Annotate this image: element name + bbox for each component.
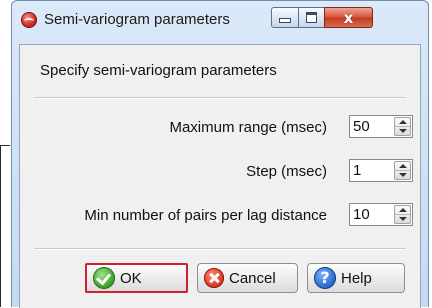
- min-pairs-decrement-button[interactable]: [395, 215, 410, 224]
- dialog-window: Semi-variogram parameters x Specify semi…: [11, 0, 429, 308]
- step-label: Step (msec): [246, 163, 327, 180]
- arrow-down-icon: [398, 216, 407, 221]
- help-button-label: Help: [341, 269, 372, 287]
- max-range-spin-buttons: [394, 117, 411, 136]
- minimize-icon: [279, 18, 291, 23]
- min-pairs-input[interactable]: [350, 204, 394, 225]
- app-icon[interactable]: [21, 12, 37, 28]
- close-button[interactable]: x: [324, 7, 373, 28]
- help-question-icon: ?: [314, 267, 336, 289]
- background-window-edge: [0, 145, 10, 307]
- minimize-button[interactable]: [271, 7, 299, 28]
- help-button[interactable]: ? Help: [307, 263, 405, 293]
- step-spinner: [349, 159, 413, 182]
- step-decrement-button[interactable]: [395, 171, 410, 180]
- separator-bottom: [34, 248, 406, 250]
- cancel-x-icon: [204, 268, 224, 288]
- step-input[interactable]: [350, 160, 394, 181]
- dialog-content: Specify semi-variogram parameters Maximu…: [19, 44, 421, 308]
- ok-button-label: OK: [120, 269, 142, 287]
- step-spin-buttons: [394, 161, 411, 180]
- min-pairs-spin-buttons: [394, 205, 411, 224]
- close-icon: x: [343, 8, 354, 27]
- min-pairs-label: Min number of pairs per lag distance: [84, 207, 327, 224]
- ok-button[interactable]: OK: [85, 263, 188, 293]
- max-range-label: Maximum range (msec): [169, 119, 327, 136]
- arrow-up-icon: [398, 163, 407, 168]
- max-range-input[interactable]: [350, 116, 394, 137]
- step-increment-button[interactable]: [395, 162, 410, 171]
- window-title: Semi-variogram parameters: [44, 11, 230, 28]
- arrow-up-icon: [398, 207, 407, 212]
- arrow-down-icon: [398, 128, 407, 133]
- min-pairs-spinner: [349, 203, 413, 226]
- dialog-heading: Specify semi-variogram parameters: [40, 62, 277, 79]
- maximize-icon: [306, 12, 317, 23]
- title-bar[interactable]: Semi-variogram parameters x: [12, 1, 428, 41]
- arrow-down-icon: [398, 172, 407, 177]
- cancel-button[interactable]: Cancel: [197, 263, 298, 293]
- maximize-button[interactable]: [298, 7, 325, 28]
- min-pairs-increment-button[interactable]: [395, 206, 410, 215]
- cancel-button-label: Cancel: [229, 269, 276, 287]
- arrow-up-icon: [398, 119, 407, 124]
- max-range-spinner: [349, 115, 413, 138]
- max-range-decrement-button[interactable]: [395, 127, 410, 136]
- checkmark-icon: [93, 267, 115, 289]
- separator-top: [34, 97, 406, 99]
- max-range-increment-button[interactable]: [395, 118, 410, 127]
